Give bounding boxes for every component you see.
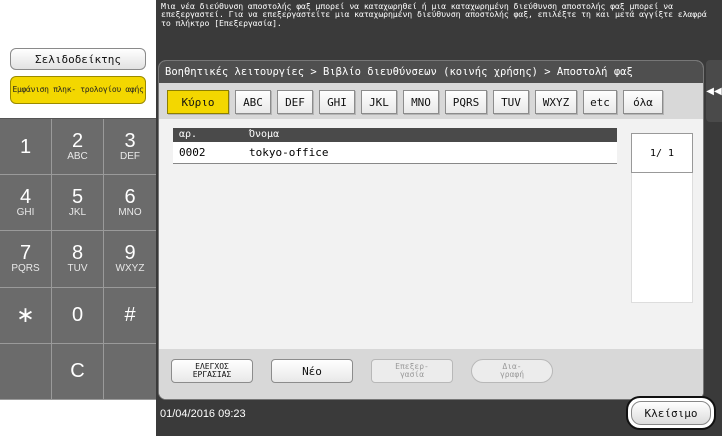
page-indicator: 1/ 1 [631,133,693,173]
new-button[interactable]: Νέο [271,359,353,383]
tab-abc[interactable]: ABC [235,90,271,114]
left-panel: Σελιδοδείκτης Εμφάνιση πληκ- τρολογίου α… [0,0,156,436]
table-row[interactable]: 0002 tokyo-office [173,142,617,164]
main-area: Μια νέα διεύθυνση αποστολής φαξ μπορεί ν… [156,0,722,436]
tab-jkl[interactable]: JKL [361,90,397,114]
tab-mno[interactable]: MNO [403,90,439,114]
tab-main[interactable]: Κύριο [167,90,229,114]
bookmark-button[interactable]: Σελιδοδείκτης [10,48,146,70]
scroll-area[interactable] [631,173,693,303]
key-2[interactable]: 2 ABC [52,119,104,176]
tab-tuv[interactable]: TUV [493,90,529,114]
datetime-display: 01/04/2016 09:23 [160,408,246,420]
key-hash[interactable]: # [104,288,156,344]
key-blank-right [104,343,156,400]
index-tabs: Κύριο ABC DEF GHI JKL MNO PQRS TUV WXYZ … [159,83,703,119]
address-book-panel: Βοηθητικές λειτουργίες > Βιβλίο διευθύνσ… [158,60,704,400]
edit-button: Επεξερ- γασία [371,359,453,383]
destination-table: αρ. Όνομα 0002 tokyo-office [173,128,617,164]
breadcrumb: Βοηθητικές λειτουργίες > Βιβλίο διευθύνσ… [159,61,703,83]
numeric-keypad: 1 2 ABC 3 DEF 4 GHI 5 JKL 6 MNO 7 PQRS 8 TUV 9W… [0,118,156,400]
tab-etc[interactable]: etc [583,90,617,114]
row-number: 0002 [179,146,206,159]
key-9[interactable]: 9 WXYZ [104,231,156,288]
tab-pqrs[interactable]: PQRS [445,90,487,114]
key-4[interactable]: 4 GHI [0,175,52,232]
key-7[interactable]: 7 PQRS [0,231,52,288]
tab-ghi[interactable]: GHI [319,90,355,114]
close-button-label: Κλείσιμο [631,401,711,425]
key-3[interactable]: 3 DEF [104,119,156,176]
key-clear[interactable]: C [52,343,104,400]
tab-def[interactable]: DEF [277,90,313,114]
check-job-button[interactable]: ΕΛΕΓΧΟΣ ΕΡΓΑΣΙΑΣ [171,359,253,383]
key-5[interactable]: 5 JKL [52,175,104,232]
column-header-name: Όνομα [249,129,280,140]
key-8[interactable]: 8 TUV [52,231,104,288]
double-chevron-left-icon: ◀◀ [706,85,722,97]
key-0[interactable]: 0 [52,287,104,344]
key-1[interactable]: 1 [0,119,52,176]
close-button[interactable]: Κλείσιμο [626,396,716,430]
destination-list-area: αρ. Όνομα 0002 tokyo-office 1/ 1 [159,119,703,349]
delete-button: Δια- γραφή [471,359,553,383]
display-keypad-button[interactable]: Εμφάνιση πληκ- τρολογίου αφής [10,76,146,104]
tab-all[interactable]: όλα [623,90,663,114]
row-name: tokyo-office [249,146,329,159]
column-header-number: αρ. [179,129,198,140]
instruction-message: Μια νέα διεύθυνση αποστολής φαξ μπορεί ν… [161,2,707,28]
key-6[interactable]: 6 MNO [104,175,156,232]
collapse-panel-button[interactable]: ◀◀ [706,60,722,122]
table-header: αρ. Όνομα [173,128,617,142]
action-bar: ΕΛΕΓΧΟΣ ΕΡΓΑΣΙΑΣ Νέο Επεξερ- γασία Δια- … [159,349,703,399]
key-asterisk[interactable]: ∗ [0,287,52,344]
key-blank-left [0,343,52,400]
tab-wxyz[interactable]: WXYZ [535,90,577,114]
